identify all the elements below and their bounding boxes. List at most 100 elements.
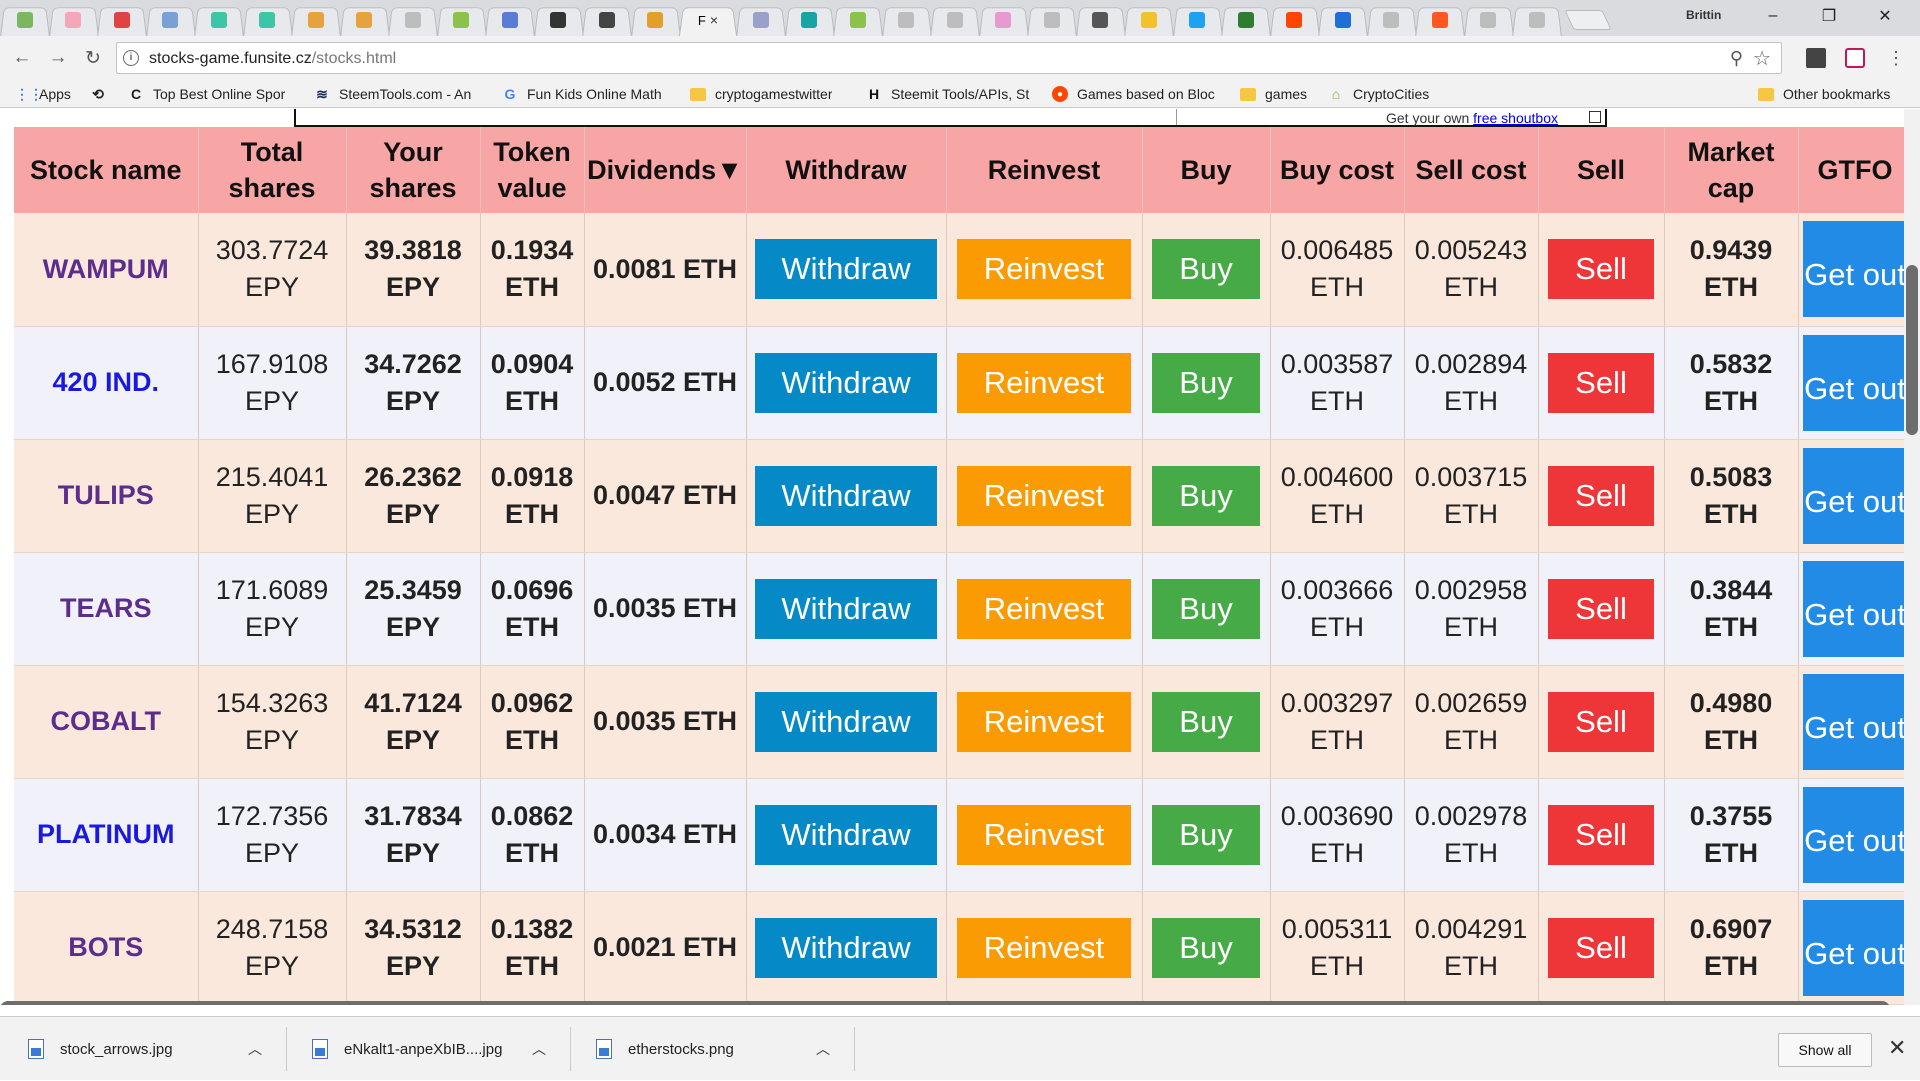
browser-tab[interactable] (1027, 4, 1077, 36)
browser-tab[interactable] (1124, 4, 1174, 36)
bookmark-apps[interactable]: ⋮⋮⋮Apps (14, 85, 71, 103)
reinvest-button[interactable]: Reinvest (957, 239, 1131, 300)
bookmark-kids-math[interactable]: G Fun Kids Online Math (502, 85, 674, 103)
bookmark-games[interactable]: games (1240, 85, 1307, 103)
reinvest-button[interactable]: Reinvest (957, 465, 1131, 526)
reinvest-button[interactable]: Reinvest (957, 578, 1131, 639)
extension-icon[interactable] (1806, 48, 1826, 68)
address-bar[interactable]: i stocks-game.funsite.cz/stocks.html ⚲ ☆ (116, 42, 1782, 74)
show-all-button[interactable]: Show all (1778, 1033, 1872, 1067)
browser-tab[interactable] (1464, 4, 1514, 36)
sell-button[interactable]: Sell (1548, 578, 1654, 639)
browser-tab[interactable] (291, 4, 341, 36)
buy-button[interactable]: Buy (1152, 691, 1260, 752)
bookmark-star-icon[interactable]: ☆ (1753, 46, 1771, 71)
bookmark-steemit-tools[interactable]: H Steemit Tools/APIs, St (866, 85, 1038, 103)
reinvest-button[interactable]: Reinvest (957, 691, 1131, 752)
buy-button[interactable]: Buy (1152, 239, 1260, 300)
bookmark-history[interactable]: ⟲ (90, 85, 115, 103)
browser-tab[interactable] (485, 4, 535, 36)
get-out-button[interactable]: Get out (1803, 560, 1907, 657)
browser-tab[interactable] (785, 4, 835, 36)
bookmark-other[interactable]: Other bookmarks (1758, 85, 1890, 103)
buy-button[interactable]: Buy (1152, 917, 1260, 978)
sell-button[interactable]: Sell (1548, 352, 1654, 413)
browser-tab[interactable] (340, 4, 390, 36)
back-button[interactable]: ← (8, 44, 36, 72)
browser-tab[interactable] (1076, 4, 1126, 36)
horizontal-scrollbar[interactable] (0, 1001, 1890, 1005)
reinvest-button[interactable]: Reinvest (957, 917, 1131, 978)
get-out-button[interactable]: Get out (1803, 447, 1907, 544)
maximize-button[interactable]: ❐ (1801, 0, 1857, 32)
browser-tab[interactable] (582, 4, 632, 36)
browser-tab[interactable] (97, 4, 147, 36)
browser-tab[interactable] (1512, 4, 1562, 36)
new-tab-button[interactable] (1563, 10, 1612, 30)
vertical-scrollbar-thumb[interactable] (1906, 265, 1918, 435)
sell-button[interactable]: Sell (1548, 465, 1654, 526)
browser-tab[interactable] (631, 4, 681, 36)
sell-button[interactable]: Sell (1548, 691, 1654, 752)
browser-tab[interactable] (979, 4, 1029, 36)
withdraw-button[interactable]: Withdraw (755, 465, 937, 526)
browser-tab[interactable] (1318, 4, 1368, 36)
browser-tab[interactable] (0, 4, 50, 36)
browser-tab[interactable] (833, 4, 883, 36)
get-out-button[interactable]: Get out (1803, 786, 1907, 883)
bookmark-cryptocities[interactable]: ⌂ CryptoCities (1328, 85, 1429, 103)
withdraw-button[interactable]: Withdraw (755, 804, 937, 865)
forward-button[interactable]: → (44, 44, 72, 72)
get-out-button[interactable]: Get out (1803, 673, 1907, 770)
browser-tab[interactable] (1221, 4, 1271, 36)
site-info-icon[interactable]: i (123, 50, 139, 66)
withdraw-button[interactable]: Withdraw (755, 691, 937, 752)
header-dividends-sort[interactable]: Dividends▼ (584, 127, 747, 213)
download-item[interactable]: etherstocks.png ︿ (596, 1017, 830, 1081)
browser-tab[interactable] (49, 4, 99, 36)
bookmark-sports[interactable]: C Top Best Online Spor (128, 85, 296, 103)
withdraw-button[interactable]: Withdraw (755, 578, 937, 639)
bookmark-cryptogamestwitter[interactable]: cryptogamestwitter (690, 85, 832, 103)
browser-tab[interactable] (930, 4, 980, 36)
browser-tab[interactable] (243, 4, 293, 36)
sell-button[interactable]: Sell (1548, 917, 1654, 978)
browser-tab[interactable] (1270, 4, 1320, 36)
close-shelf-icon[interactable]: ✕ (1888, 1035, 1906, 1061)
withdraw-button[interactable]: Withdraw (755, 352, 937, 413)
tab-close-icon[interactable]: × (710, 12, 718, 28)
bookmark-blockchain-games[interactable]: ● Games based on Bloc (1052, 85, 1222, 103)
browser-tab[interactable] (388, 4, 438, 36)
zoom-icon[interactable]: ⚲ (1730, 48, 1743, 69)
profile-name[interactable]: Brittin (1686, 8, 1721, 22)
browser-tab[interactable] (1367, 4, 1417, 36)
sell-button[interactable]: Sell (1548, 804, 1654, 865)
get-out-button[interactable]: Get out (1803, 334, 1907, 431)
tab-active[interactable]: F × (679, 4, 737, 36)
browser-tab[interactable] (1173, 4, 1223, 36)
menu-icon[interactable]: ⋮ (1882, 44, 1910, 72)
buy-button[interactable]: Buy (1152, 804, 1260, 865)
buy-button[interactable]: Buy (1152, 352, 1260, 413)
browser-tab[interactable] (1415, 4, 1465, 36)
sell-button[interactable]: Sell (1548, 239, 1654, 300)
reload-button[interactable]: ↻ (79, 44, 107, 72)
chevron-up-icon[interactable]: ︿ (248, 1039, 262, 1059)
minimize-button[interactable]: – (1745, 0, 1801, 32)
bookmark-steemtools[interactable]: ≋ SteemTools.com - An (314, 85, 484, 103)
download-item[interactable]: stock_arrows.jpg ︿ (28, 1017, 262, 1081)
browser-tab[interactable] (146, 4, 196, 36)
get-out-button[interactable]: Get out (1803, 221, 1907, 318)
vertical-scrollbar-track[interactable] (1904, 109, 1920, 1005)
download-item[interactable]: eNkalt1-anpeXbIB....jpg ︿ (312, 1017, 546, 1081)
free-shoutbox-link[interactable]: free shoutbox (1473, 110, 1558, 126)
buy-button[interactable]: Buy (1152, 578, 1260, 639)
withdraw-button[interactable]: Withdraw (755, 917, 937, 978)
browser-tab[interactable] (437, 4, 487, 36)
resize-icon[interactable] (1589, 111, 1601, 123)
browser-tab[interactable] (882, 4, 932, 36)
buy-button[interactable]: Buy (1152, 465, 1260, 526)
reinvest-button[interactable]: Reinvest (957, 352, 1131, 413)
reinvest-button[interactable]: Reinvest (957, 804, 1131, 865)
browser-tab[interactable] (194, 4, 244, 36)
